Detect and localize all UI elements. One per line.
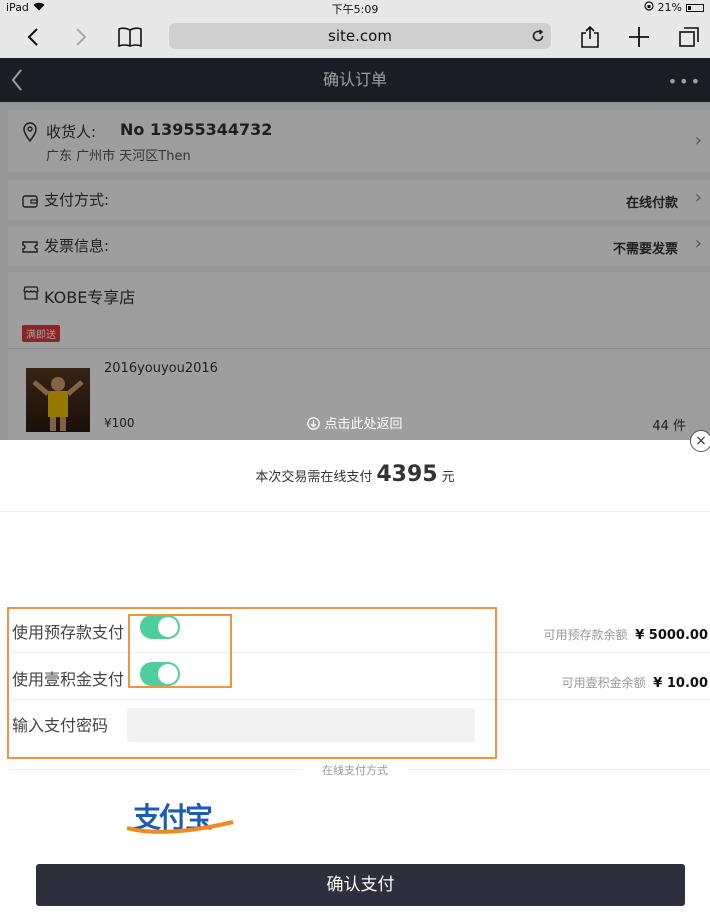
points-balance: 可用壹积金余额 ¥ 10.00 — [562, 674, 708, 691]
receiver-row[interactable]: 收货人: No 13955344732 广东 广州市 天河区Then › — [8, 110, 710, 172]
browser-forward-button[interactable] — [66, 22, 96, 52]
prepaid-balance-label: 可用预存款余额 — [543, 628, 628, 642]
amount-unit: 元 — [441, 470, 455, 485]
store-name: KOBE专享店 — [44, 288, 136, 307]
book-icon — [118, 27, 142, 48]
invoice-label: 发票信息: — [44, 237, 110, 255]
address-bar[interactable]: site.com — [169, 23, 551, 49]
status-bar: iPad 下午5:09 21% — [0, 0, 710, 16]
url-text: site.com — [328, 27, 392, 45]
prepaid-balance-value: ¥ 5000.00 — [635, 628, 708, 643]
bookmarks-button[interactable] — [115, 22, 145, 52]
promo-badge: 满即送 — [22, 325, 60, 342]
return-button[interactable]: 点击此处返回 — [0, 413, 710, 432]
lock-rotation-icon — [643, 1, 654, 14]
chevron-left-icon — [27, 28, 38, 46]
receiver-label: 收货人: — [46, 123, 97, 141]
back-arrow-icon[interactable] — [10, 68, 24, 96]
reload-icon[interactable] — [531, 23, 545, 51]
payment-method-value: 在线付款 — [625, 196, 678, 211]
ticket-icon — [22, 239, 38, 258]
battery-percent: 21% — [657, 1, 682, 14]
divider — [0, 511, 710, 512]
points-balance-value: ¥ 10.00 — [653, 676, 708, 691]
payment-method-label: 支付方式: — [44, 191, 110, 209]
payment-method-row[interactable]: 支付方式: 在线付款 › — [8, 180, 710, 220]
location-pin-icon — [22, 122, 38, 146]
highlight-box — [7, 607, 497, 759]
chevron-right-icon: › — [694, 233, 702, 254]
invoice-value: 不需要发票 — [612, 242, 678, 257]
order-page: 确认订单 ••• 收货人: No 13955344732 广东 广州市 天河区T… — [0, 58, 710, 440]
product-name: 2016youyou2016 — [104, 361, 218, 376]
receiver-phone: No 13955344732 — [120, 120, 273, 139]
battery-icon — [686, 3, 704, 12]
chevron-right-icon: › — [694, 187, 702, 208]
browser-toolbar: site.com — [0, 16, 710, 58]
invoice-row[interactable]: 发票信息: 不需要发票 › — [8, 226, 710, 266]
tabs-icon — [679, 27, 699, 47]
chevron-right-icon — [76, 28, 87, 46]
return-label: 点击此处返回 — [324, 417, 403, 432]
close-icon[interactable]: × — [690, 430, 710, 452]
amount-prefix: 本次交易需在线支付 — [255, 470, 373, 485]
new-tab-button[interactable] — [624, 22, 654, 52]
confirm-payment-button[interactable]: 确认支付 — [36, 864, 685, 906]
browser-back-button[interactable] — [18, 22, 48, 52]
prepaid-balance: 可用预存款余额 ¥ 5000.00 — [544, 626, 708, 643]
page-title: 确认订单 — [322, 70, 387, 89]
down-arrow-circle-icon — [307, 417, 321, 430]
alipay-logo[interactable]: 支付宝 — [125, 794, 235, 838]
amount-value: 4395 — [376, 462, 438, 487]
share-button[interactable] — [575, 22, 605, 52]
status-time: 下午5:09 — [331, 3, 379, 16]
plus-icon — [629, 27, 649, 47]
divider — [8, 348, 710, 349]
receiver-address: 广东 广州市 天河区Then — [46, 149, 191, 164]
more-icon[interactable]: ••• — [668, 72, 702, 91]
tabs-button[interactable] — [674, 22, 704, 52]
chevron-right-icon: › — [694, 130, 702, 151]
wallet-icon — [22, 193, 38, 212]
highlight-box-toggles — [128, 614, 232, 688]
order-nav-bar: 确认订单 ••• — [0, 58, 710, 102]
points-balance-label: 可用壹积金余额 — [561, 676, 646, 690]
share-icon — [581, 25, 599, 48]
store-icon — [22, 285, 40, 305]
online-pay-label: 在线支付方式 — [302, 764, 408, 777]
amount-line: 本次交易需在线支付 4395 元 — [0, 462, 710, 487]
